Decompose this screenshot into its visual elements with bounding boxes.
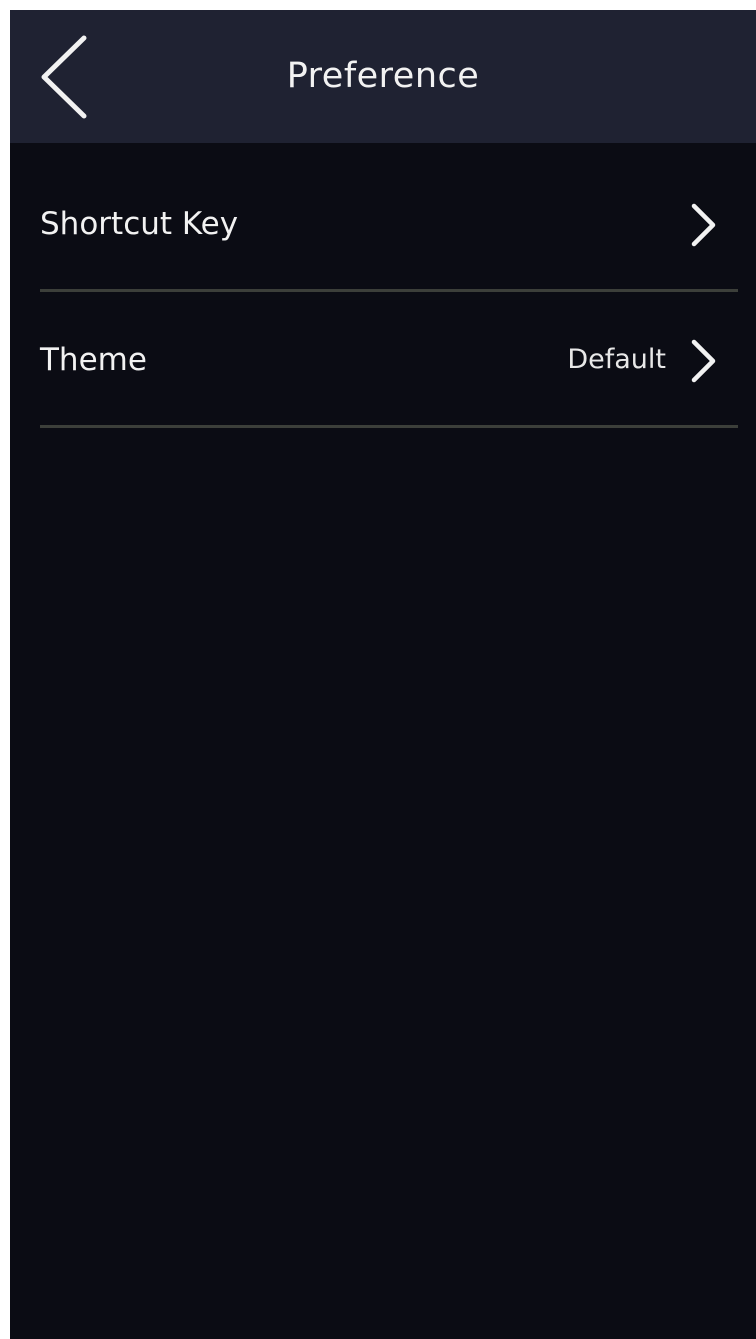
preference-screen: Preference Shortcut Key Theme Default	[10, 10, 756, 1339]
theme-value: Default	[567, 344, 666, 375]
chevron-left-icon	[41, 35, 87, 119]
theme-label: Theme	[40, 342, 147, 378]
page-title: Preference	[286, 56, 480, 96]
header-bar: Preference	[10, 10, 756, 143]
shortcut-key-label: Shortcut Key	[40, 206, 239, 242]
theme-item[interactable]: Theme Default	[10, 292, 756, 428]
chevron-right-icon	[688, 202, 718, 248]
shortcut-key-item[interactable]: Shortcut Key	[10, 156, 756, 292]
chevron-right-icon	[688, 338, 718, 384]
back-button[interactable]	[32, 32, 102, 122]
divider	[40, 425, 738, 428]
